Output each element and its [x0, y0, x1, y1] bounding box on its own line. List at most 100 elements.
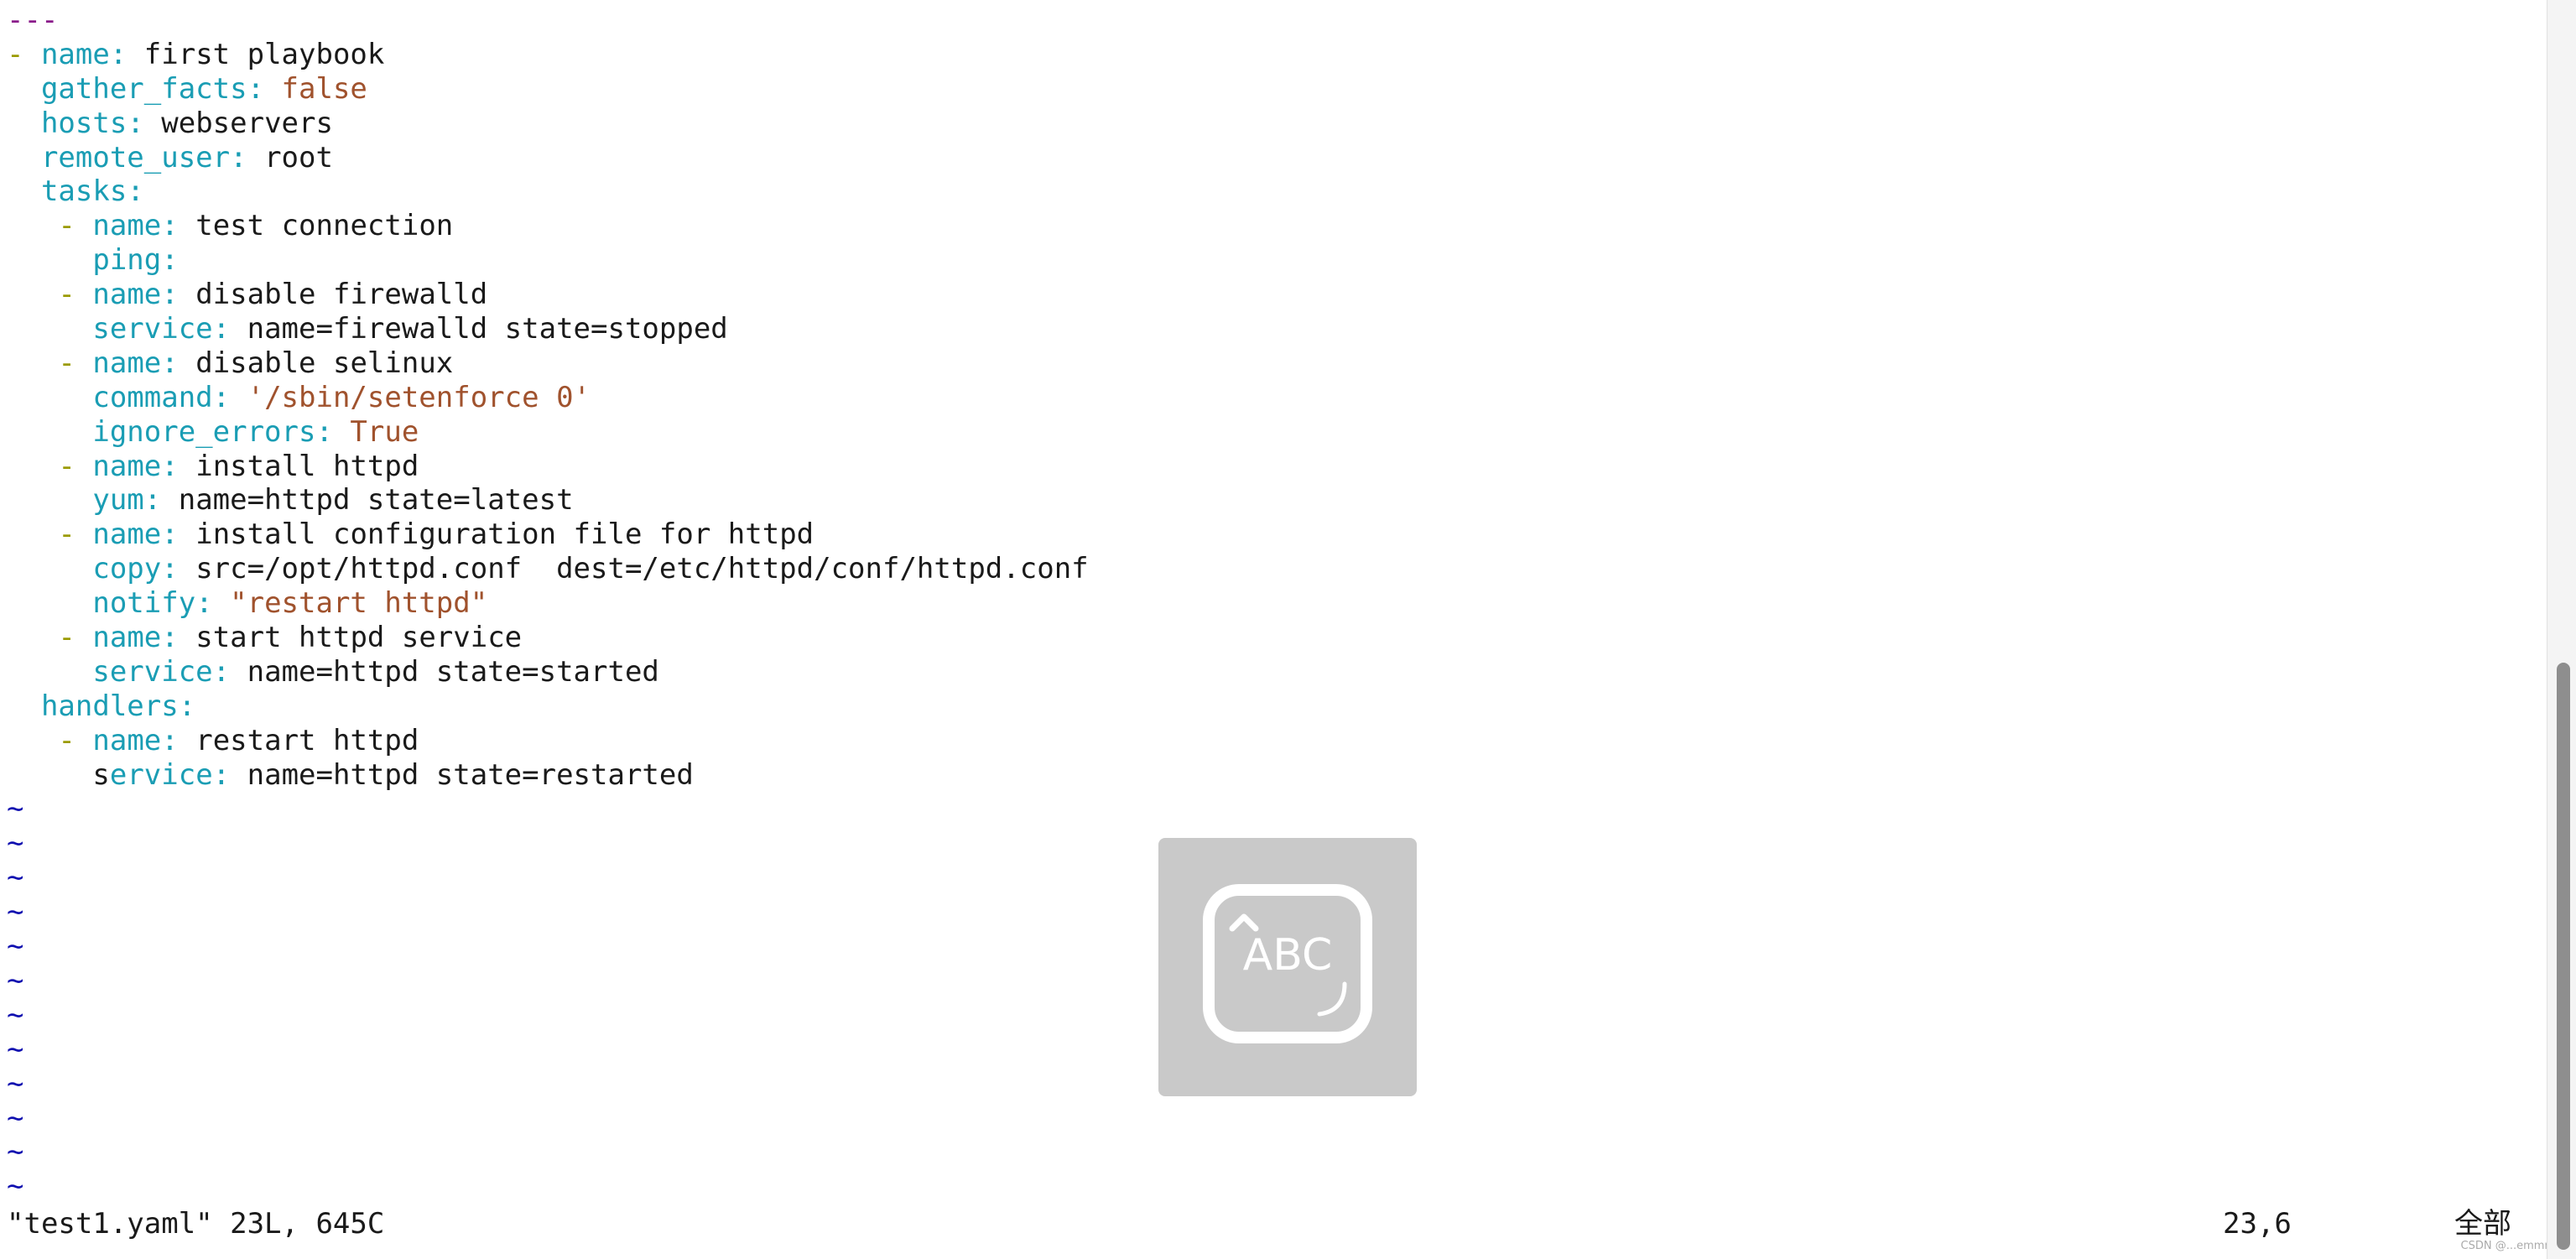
yaml-colon: : [212, 654, 247, 689]
yaml-key: name [92, 278, 162, 312]
yaml-key: name [92, 621, 162, 655]
yaml-colon: : [161, 449, 196, 483]
code-line: - name: start httpd service [7, 621, 2548, 655]
yaml-value [7, 415, 92, 449]
yaml-value: install configuration file for httpd [195, 518, 814, 552]
yaml-colon: : [161, 346, 196, 380]
empty-line-marker: ~ [7, 1135, 24, 1169]
yaml-colon: : [230, 140, 265, 174]
yaml-key: handlers [40, 689, 179, 723]
yaml-key: hosts [40, 106, 127, 140]
code-line: ping: [7, 243, 2548, 278]
yaml-value: src=/opt/httpd.conf dest=/etc/httpd/conf… [195, 552, 1089, 586]
code-line: ignore_errors: True [7, 415, 2548, 450]
yaml-key: ervice [109, 757, 213, 792]
yaml-colon: : [315, 414, 351, 449]
yaml-value [7, 724, 58, 757]
yaml-value [7, 758, 92, 792]
empty-line-marker: ~ [7, 792, 24, 826]
scrollbar-thumb[interactable] [2557, 663, 2570, 1250]
yaml-value [7, 72, 41, 106]
yaml-key: tasks [40, 174, 127, 209]
yaml-value: disable selinux [195, 346, 454, 380]
code-line: - name: install httpd [7, 450, 2548, 484]
input-method-indicator: ABC [1158, 838, 1417, 1096]
text-cursor: s [92, 757, 110, 792]
yaml-colon: : [212, 757, 247, 792]
code-line: remote_user: root [7, 141, 2548, 175]
yaml-key: ping [92, 243, 162, 278]
yaml-colon: : [212, 380, 247, 414]
yaml-key: name [92, 449, 162, 483]
yaml-colon: : [109, 37, 144, 71]
code-line: handlers: [7, 689, 2548, 724]
yaml-colon: : [127, 106, 162, 140]
code-line: - name: disable selinux [7, 346, 2548, 381]
code-line: hosts: webservers [7, 107, 2548, 141]
yaml-colon: : [195, 586, 231, 621]
code-line: notify: "restart httpd" [7, 586, 2548, 621]
code-line: service: name=firewalld state=stopped [7, 312, 2548, 346]
yaml-value [7, 209, 58, 242]
yaml-value [7, 483, 92, 517]
list-dash: - [58, 209, 93, 243]
list-dash: - [58, 278, 93, 312]
code-line: - name: test connection [7, 209, 2548, 243]
list-dash: - [58, 346, 93, 380]
yaml-value [7, 518, 58, 551]
yaml-value: first playbook [143, 37, 385, 71]
yaml-value [7, 450, 58, 483]
yaml-key: gather_facts [40, 71, 247, 106]
yaml-colon: : [127, 174, 144, 209]
code-line: --- [7, 3, 2548, 38]
yaml-value: webservers [161, 106, 333, 140]
code-line: service: name=httpd state=started [7, 655, 2548, 689]
yaml-colon: : [161, 552, 196, 586]
yaml-value [7, 141, 41, 174]
yaml-value: root [264, 140, 333, 174]
yaml-key: name [92, 723, 162, 757]
yaml-colon: : [178, 689, 196, 723]
yaml-boolean: True [350, 414, 419, 449]
yaml-value [7, 655, 92, 689]
code-line: - name: disable firewalld [7, 278, 2548, 312]
yaml-colon: : [161, 243, 179, 278]
yaml-key: name [92, 346, 162, 380]
list-dash: - [7, 37, 41, 71]
yaml-value: test connection [195, 209, 454, 243]
yaml-key: remote_user [40, 140, 231, 174]
yaml-string: '/sbin/setenforce 0' [247, 380, 591, 414]
list-dash: - [58, 723, 93, 757]
yaml-key: command [92, 380, 213, 414]
yaml-key: yum [92, 483, 144, 518]
empty-line-marker: ~ [7, 1100, 24, 1135]
yaml-colon: : [161, 209, 196, 243]
yaml-colon: : [143, 483, 179, 518]
yaml-value: disable firewalld [195, 278, 488, 312]
yaml-key: copy [92, 552, 162, 586]
code-line: - name: first playbook [7, 38, 2548, 72]
code-line: copy: src=/opt/httpd.conf dest=/etc/http… [7, 552, 2548, 586]
yaml-value [7, 107, 41, 140]
yaml-colon: : [161, 723, 196, 757]
yaml-value [7, 312, 92, 346]
yaml-colon: : [247, 71, 282, 106]
yaml-value: start httpd service [195, 621, 523, 655]
yaml-value [7, 552, 92, 585]
yaml-value [7, 346, 58, 380]
yaml-colon: : [161, 621, 196, 655]
code-line: service: name=httpd state=restarted [7, 758, 2548, 793]
yaml-value [7, 381, 92, 414]
doc-marker: --- [7, 3, 59, 37]
code-line: gather_facts: false [7, 72, 2548, 107]
yaml-value [7, 243, 92, 277]
vertical-scrollbar[interactable] [2547, 0, 2576, 1259]
yaml-value: install httpd [195, 449, 419, 483]
vim-status-bar: "test1.yaml" 23L, 645C 23,6 全部 [7, 1206, 2540, 1241]
empty-line-marker: ~ [7, 1169, 24, 1204]
file-info: "test1.yaml" 23L, 645C [7, 1207, 385, 1241]
list-dash: - [58, 449, 93, 483]
yaml-colon: : [161, 278, 196, 312]
code-line: - name: restart httpd [7, 724, 2548, 758]
yaml-colon: : [161, 518, 196, 552]
